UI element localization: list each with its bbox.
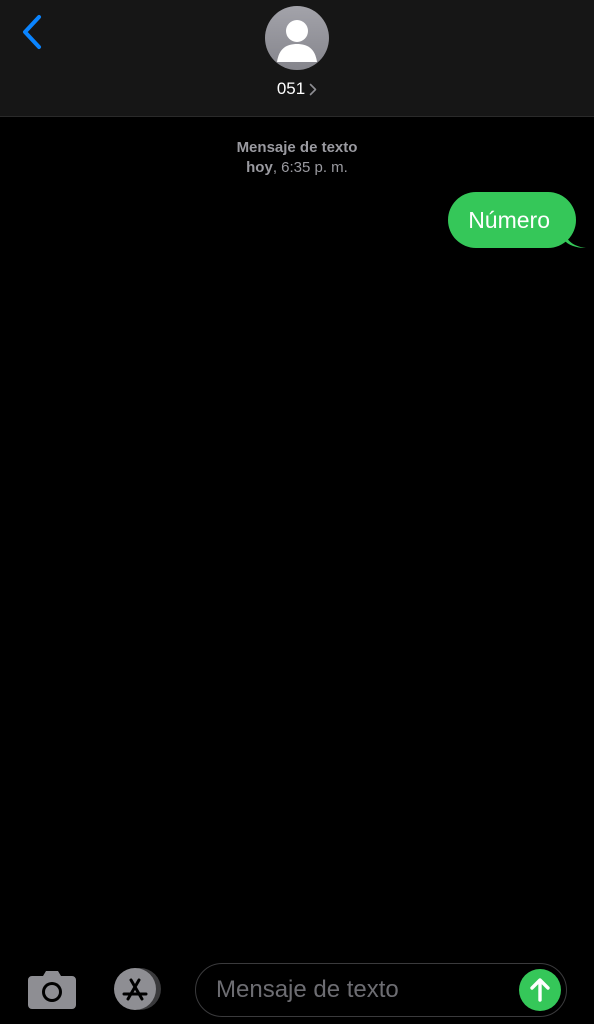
chevron-right-icon — [309, 83, 317, 95]
message-text: Número — [468, 207, 550, 233]
person-silhouette-icon — [277, 20, 317, 62]
message-input[interactable]: Mensaje de texto — [195, 963, 567, 1017]
timestamp-day: hoy — [246, 159, 273, 176]
outgoing-message-bubble[interactable]: Número — [448, 192, 586, 248]
service-label: Mensaje de texto — [236, 139, 358, 156]
message-input-placeholder: Mensaje de texto — [216, 976, 399, 1003]
send-arrow-up-icon — [530, 978, 550, 1002]
contact-name: 051 — [276, 79, 306, 98]
chevron-left-icon — [23, 15, 41, 49]
contact-details-link[interactable]: 051 — [0, 76, 594, 102]
camera-button[interactable] — [26, 969, 78, 1011]
composer-bar: Mensaje de texto — [0, 955, 594, 1024]
send-button[interactable] — [519, 969, 561, 1011]
bubble-tail — [564, 230, 586, 248]
timestamp-time: , 6:35 p. m. — [272, 159, 348, 176]
timestamp-line: hoy, 6:35 p. m. — [0, 158, 594, 178]
contact-avatar[interactable] — [265, 6, 329, 70]
app-store-icon — [114, 968, 161, 1010]
message-row: Número — [448, 192, 586, 248]
thread-timestamp: Mensaje de texto hoy, 6:35 p. m. — [0, 138, 594, 178]
conversation-header: 051 — [0, 0, 594, 117]
camera-icon — [28, 971, 76, 1009]
back-button[interactable] — [14, 10, 50, 54]
app-store-button[interactable] — [110, 967, 170, 1011]
